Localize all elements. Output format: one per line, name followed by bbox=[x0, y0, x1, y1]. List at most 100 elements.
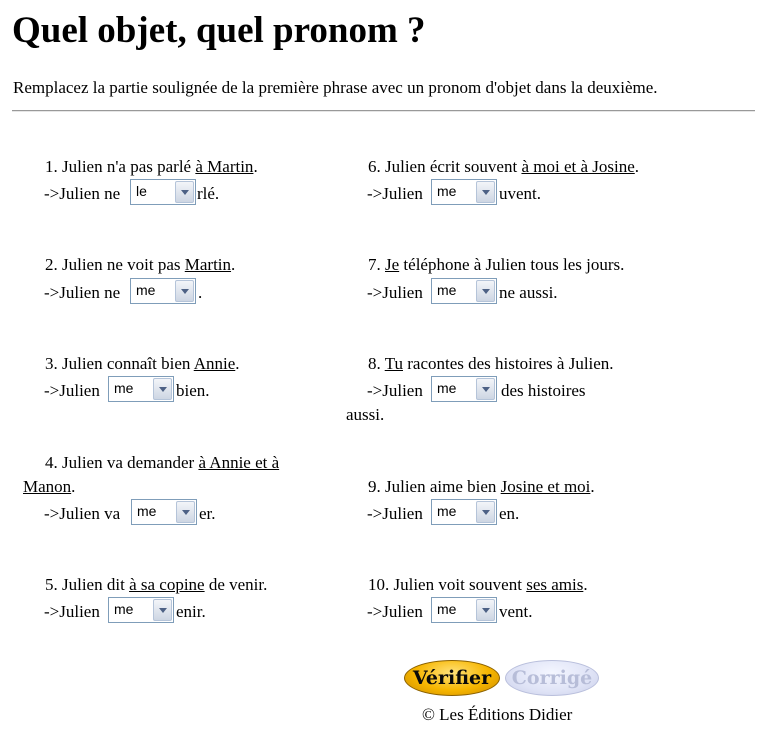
selected-value: me bbox=[137, 503, 157, 519]
sentence-end: . bbox=[583, 575, 588, 594]
selected-value: me bbox=[136, 282, 156, 298]
selected-value: me bbox=[114, 380, 134, 396]
exercise-6-answer-prefix: ->Julien bbox=[367, 184, 423, 203]
exercise-number: 2. bbox=[45, 255, 62, 274]
exercise-7-answer-suffix: ne aussi. bbox=[499, 283, 558, 302]
sentence-text: Julien va demander bbox=[62, 453, 199, 472]
exercise-5-answer-suffix: enir. bbox=[176, 602, 206, 621]
sentence-end: . bbox=[235, 354, 240, 373]
verify-button[interactable]: Vérifier bbox=[404, 660, 500, 696]
chevron-down-icon[interactable] bbox=[175, 280, 194, 302]
exercise-5-pronoun-select[interactable]: me bbox=[108, 597, 174, 623]
underlined-part: à Annie et à bbox=[198, 453, 280, 472]
underlined-part: Annie bbox=[193, 354, 236, 373]
exercise-10-pronoun-select[interactable]: me bbox=[431, 597, 497, 623]
chevron-down-icon[interactable] bbox=[476, 280, 495, 302]
exercise-2-pronoun-select[interactable]: me bbox=[130, 278, 196, 304]
sentence-end: . bbox=[634, 157, 640, 176]
chevron-down-icon[interactable] bbox=[476, 378, 495, 400]
exercise-9-sentence: 9. Julien aime bien Josine et moi. bbox=[368, 477, 595, 497]
exercise-9-pronoun-select[interactable]: me bbox=[431, 499, 497, 525]
exercise-3-answer-suffix: bien. bbox=[176, 381, 210, 400]
exercise-6-pronoun-select[interactable]: me bbox=[431, 179, 497, 205]
underlined-part: à Martin bbox=[195, 157, 254, 176]
sentence-end: . bbox=[71, 477, 76, 496]
exercise-1-answer-prefix: ->Julien ne bbox=[44, 184, 121, 203]
selected-value: me bbox=[437, 282, 457, 298]
exercise-1-answer-suffix: rlé. bbox=[197, 184, 220, 203]
exercise-10-answer-prefix: ->Julien bbox=[367, 602, 423, 621]
exercise-number: 8. bbox=[368, 354, 385, 373]
sentence-text: Julien aime bien bbox=[385, 477, 501, 496]
exercise-number: 9. bbox=[368, 477, 385, 496]
divider bbox=[12, 110, 755, 112]
exercise-8-answer-suffix: des histoires bbox=[501, 381, 586, 400]
selected-value: me bbox=[437, 380, 457, 396]
exercise-9-answer-suffix: en. bbox=[499, 504, 520, 523]
copyright-notice: © Les Éditions Didier bbox=[422, 705, 573, 724]
underlined-part: Martin bbox=[184, 255, 232, 274]
exercise-10-answer-suffix: vent. bbox=[499, 602, 533, 621]
underlined-part: à sa copine bbox=[129, 575, 205, 594]
underlined-part: Josine et moi bbox=[500, 477, 591, 496]
selected-value: me bbox=[114, 601, 134, 617]
selected-value: me bbox=[437, 183, 457, 199]
sentence-end: racontes des histoires à Julien. bbox=[403, 354, 614, 373]
exercise-3-answer-prefix: ->Julien bbox=[44, 381, 100, 400]
exercise-7-pronoun-select[interactable]: me bbox=[431, 278, 497, 304]
sentence-end: . bbox=[231, 255, 236, 274]
chevron-down-icon[interactable] bbox=[153, 378, 172, 400]
selected-value: me bbox=[437, 503, 457, 519]
underlined-part: ses amis bbox=[526, 575, 584, 594]
exercise-5-answer-prefix: ->Julien bbox=[44, 602, 100, 621]
exercise-5-sentence: 5. Julien dit à sa copine de venir. bbox=[45, 575, 267, 595]
exercise-4-pronoun-select[interactable]: me bbox=[131, 499, 197, 525]
chevron-down-icon[interactable] bbox=[153, 599, 172, 621]
sentence-text: Julien connaît bien bbox=[62, 354, 194, 373]
exercise-8-sentence: 8. Tu racontes des histoires à Julien. bbox=[368, 354, 614, 374]
exercise-number: 3. bbox=[45, 354, 62, 373]
exercise-7-sentence: 7. Je téléphone à Julien tous les jours. bbox=[368, 255, 624, 275]
exercise-number: 6. bbox=[368, 157, 385, 176]
exercise-number: 7. bbox=[368, 255, 385, 274]
underlined-part: à moi et à Josine bbox=[521, 157, 635, 176]
exercise-3-sentence: 3. Julien connaît bien Annie. bbox=[45, 354, 240, 374]
exercise-4-answer-suffix: er. bbox=[199, 504, 216, 523]
chevron-down-icon[interactable] bbox=[175, 181, 194, 203]
sentence-text: Julien voit souvent bbox=[393, 575, 527, 594]
exercise-3-pronoun-select[interactable]: me bbox=[108, 376, 174, 402]
exercise-8-answer-prefix: ->Julien bbox=[367, 381, 423, 400]
exercise-9-answer-prefix: ->Julien bbox=[367, 504, 423, 523]
corrige-button[interactable]: Corrigé bbox=[505, 660, 599, 696]
chevron-down-icon[interactable] bbox=[176, 501, 195, 523]
exercise-8-pronoun-select[interactable]: me bbox=[431, 376, 497, 402]
chevron-down-icon[interactable] bbox=[476, 501, 495, 523]
exercise-6-answer-suffix: uvent. bbox=[499, 184, 542, 203]
sentence-text: Julien dit bbox=[62, 575, 130, 594]
page-title: Quel objet, quel pronom ? bbox=[12, 10, 426, 51]
exercise-2-answer-prefix: ->Julien ne bbox=[44, 283, 121, 302]
exercise-2-sentence: 2. Julien ne voit pas Martin. bbox=[45, 255, 235, 275]
exercise-4-sentence: 4. Julien va demander à Annie et à bbox=[45, 453, 279, 473]
exercise-6-sentence: 6. Julien écrit souvent à moi et à Josin… bbox=[368, 157, 639, 177]
chevron-down-icon[interactable] bbox=[476, 181, 495, 203]
instructions: Remplacez la partie soulignée de la prem… bbox=[13, 78, 658, 97]
exercise-4-sentence-continued: Manon. bbox=[23, 477, 75, 497]
exercise-2-answer-suffix: . bbox=[198, 283, 203, 302]
exercise-4-answer-prefix: ->Julien va bbox=[44, 504, 121, 523]
sentence-text: Julien n'a pas parlé bbox=[62, 157, 196, 176]
sentence-text: Julien écrit souvent bbox=[385, 157, 522, 176]
underlined-part: Tu bbox=[384, 354, 403, 373]
exercise-number: 1. bbox=[45, 157, 62, 176]
sentence-end: téléphone à Julien tous les jours. bbox=[399, 255, 625, 274]
exercise-10-sentence: 10. Julien voit souvent ses amis. bbox=[368, 575, 588, 595]
exercise-number: 5. bbox=[45, 575, 62, 594]
chevron-down-icon[interactable] bbox=[476, 599, 495, 621]
sentence-text: Julien ne voit pas bbox=[62, 255, 185, 274]
selected-value: me bbox=[437, 601, 457, 617]
exercise-8-answer-continued: aussi. bbox=[346, 405, 385, 424]
sentence-end: de venir. bbox=[204, 575, 268, 594]
selected-value: le bbox=[136, 183, 147, 199]
sentence-end: . bbox=[590, 477, 595, 496]
exercise-1-pronoun-select[interactable]: le bbox=[130, 179, 196, 205]
